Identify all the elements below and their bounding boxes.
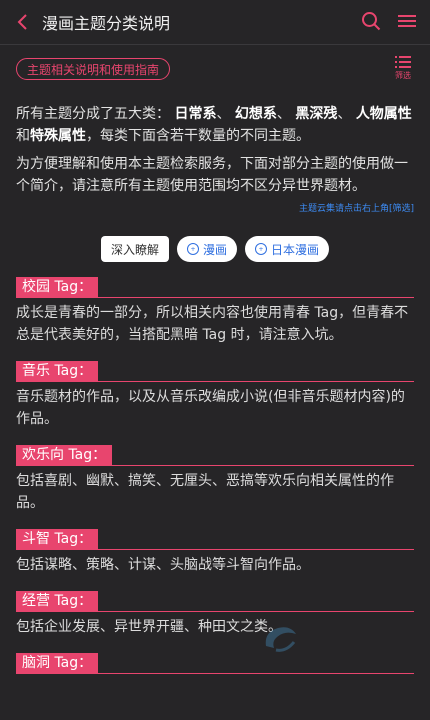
tag-label: 校园 Tag： [16,277,99,297]
tag-underline [16,549,414,550]
tag-label: 欢乐向 Tag： [16,445,113,465]
cloud-note-link[interactable]: 主题云集请点击右上角[筛选] [0,201,414,214]
tag-underline [16,381,414,382]
page-title: 漫画主题分类说明 [42,14,171,33]
category-fantasy: 幻想系 [234,106,277,122]
search-button[interactable] [360,10,382,32]
tag-label: 脑洞 Tag： [16,653,99,673]
filter-list-icon [395,56,411,68]
tag-underline [16,465,414,466]
plus-circle-icon: + [186,243,199,255]
manga-button[interactable]: + 漫画 [176,236,237,262]
category-character: 人物属性 [355,106,412,122]
tag-label: 经营 Tag： [16,591,99,611]
tag-description: 音乐题材的作品，以及从音乐改编成小说(但非音乐题材内容)的作品。 [16,389,405,427]
guide-chip[interactable]: 主题相关说明和使用指南 [16,58,171,80]
tag-section-comedy: 欢乐向 Tag： 包括喜剧、幽默、搞笑、无厘头、恶搞等欢乐向相关属性的作品。 [0,444,430,514]
tag-description: 包括喜剧、幽默、搞笑、无厘头、恶搞等欢乐向相关属性的作品。 [16,473,394,511]
tag-label: 音乐 Tag： [16,361,99,381]
plus-circle-icon: + [255,243,267,255]
category-special: 特殊属性 [30,128,86,144]
app-header: 漫画主题分类说明 [0,0,430,44]
tag-underline [16,673,414,674]
search-icon [362,12,381,31]
filter-button[interactable]: 筛选 [394,55,412,81]
intro-paragraph-1: 所有主题分成了五大类： 日常系、 幻想系、 黑深残、 人物属性和特殊属性，每类下… [16,106,412,144]
back-arrow-icon [17,14,27,30]
filter-label: 筛选 [395,71,411,80]
watermark-logo [262,624,302,658]
category-daily: 日常系 [174,106,217,122]
category-dark: 黑深残 [295,106,338,122]
menu-icon [398,15,416,27]
tag-section-management: 经营 Tag： 包括企业发展、异世界开疆、种田文之类。 [0,590,430,638]
tag-description: 包括企业发展、异世界开疆、种田文之类。 [16,619,282,635]
tag-section-wits: 斗智 Tag： 包括谋略、策略、计谋、头脑战等斗智向作品。 [0,528,430,576]
tag-section-imagination: 脑洞 Tag： [0,652,430,674]
menu-button[interactable] [396,10,418,32]
tag-section-music: 音乐 Tag： 音乐题材的作品，以及从音乐改编成小说(但非音乐题材内容)的作品。 [0,360,430,430]
tag-underline [16,611,414,612]
back-button[interactable] [4,13,40,31]
intro-paragraph-2: 为方便理解和使用本主题检索服务，下面对部分主题的使用做一个简介，请注意所有主题使… [16,156,408,194]
tag-underline [16,297,414,298]
japanese-manga-button[interactable]: + 日本漫画 [245,236,330,262]
tag-section-campus: 校园 Tag： 成长是青春的一部分，所以相关内容也使用青春 Tag，但青春不总是… [0,276,430,346]
tag-description: 包括谋略、策略、计谋、头脑战等斗智向作品。 [16,557,310,573]
tag-description: 成长是青春的一部分，所以相关内容也使用青春 Tag，但青春不总是代表美好的，当搭… [16,305,409,343]
deep-dive-button[interactable]: 深入瞭解 [100,236,169,262]
intro-text: 所有主题分成了五大类： 日常系、 幻想系、 黑深残、 人物属性和特殊属性，每类下… [0,103,430,197]
tag-label: 斗智 Tag： [16,529,99,549]
